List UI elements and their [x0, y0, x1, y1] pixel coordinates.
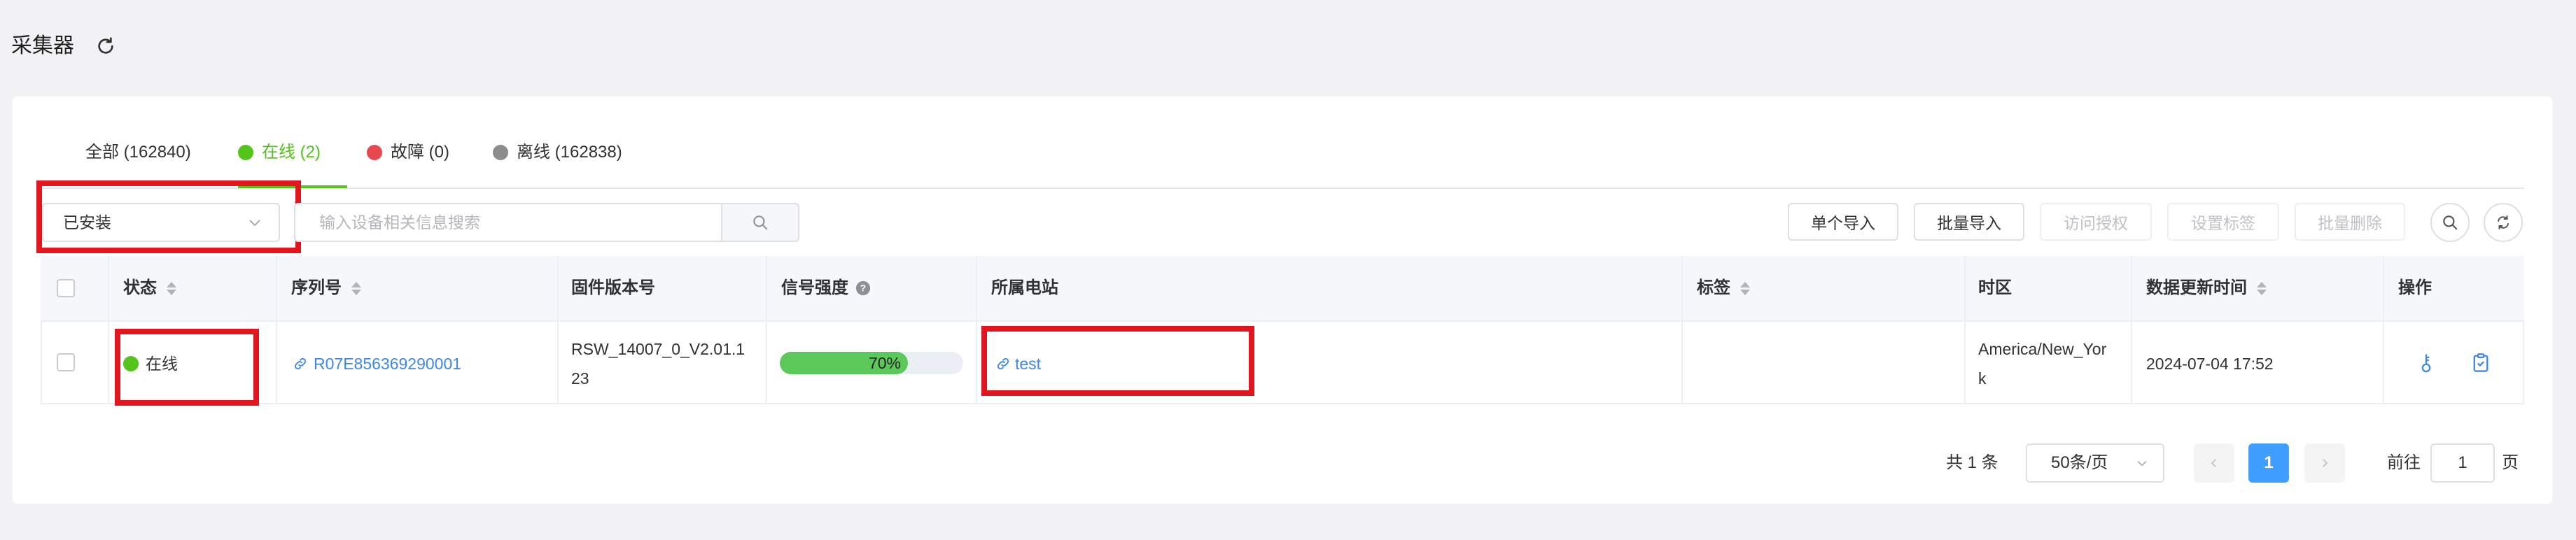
highlight-box-station	[981, 326, 1254, 396]
sort-icon[interactable]	[2257, 281, 2267, 295]
link-icon	[294, 357, 307, 370]
online-dot-icon	[238, 145, 253, 160]
tab-fault[interactable]: 故障 (0)	[367, 138, 449, 166]
page-title: 采集器	[11, 34, 74, 57]
tab-all-label: 全部 (162840)	[85, 143, 191, 162]
column-divider	[1681, 256, 1683, 404]
pagination-total: 共 1 条	[1946, 453, 1998, 472]
sort-icon[interactable]	[1740, 281, 1750, 295]
page-size-value: 50条/页	[2051, 453, 2108, 472]
chevron-down-icon	[2137, 460, 2147, 467]
header-signal-label: 信号强度	[781, 278, 848, 297]
next-page-button[interactable]	[2304, 443, 2345, 483]
header-signal: 信号强度 ?	[781, 277, 871, 299]
tabs-divider	[39, 187, 2524, 189]
svg-text:?: ?	[860, 283, 866, 294]
search-input[interactable]	[294, 203, 722, 242]
sort-icon[interactable]	[167, 281, 176, 295]
header-station: 所属电站	[991, 277, 1058, 299]
header-updated[interactable]: 数据更新时间	[2146, 277, 2267, 299]
signal-progress-label: 70%	[868, 354, 901, 372]
header-tags-label: 标签	[1697, 278, 1730, 297]
column-divider	[2131, 256, 2132, 404]
tab-offline[interactable]: 离线 (162838)	[493, 138, 622, 166]
chevron-left-icon	[2211, 459, 2216, 467]
goto-suffix: 页	[2502, 453, 2519, 472]
tab-all[interactable]: 全部 (162840)	[85, 138, 191, 166]
header-serial[interactable]: 序列号	[291, 277, 361, 299]
row-updated: 2024-07-04 17:52	[2146, 355, 2274, 373]
tab-online[interactable]: 在线 (2)	[238, 138, 321, 166]
goto-page-input[interactable]: 1	[2430, 443, 2495, 483]
column-divider	[976, 256, 977, 404]
column-divider	[2383, 256, 2384, 404]
header-status[interactable]: 状态	[123, 277, 176, 299]
search-icon	[753, 215, 768, 230]
header-actions-label: 操作	[2398, 278, 2432, 297]
access-auth-button[interactable]: 访问授权	[2040, 203, 2152, 241]
row-timezone-line2: k	[1978, 369, 1987, 388]
search-button[interactable]	[721, 203, 799, 242]
tab-fault-label: 故障 (0)	[391, 143, 449, 162]
search-icon	[2443, 215, 2458, 230]
row-checkbox[interactable]	[57, 353, 75, 371]
header-updated-label: 数据更新时间	[2146, 278, 2247, 297]
highlight-box-status	[115, 329, 259, 406]
clipboard-icon[interactable]	[2471, 353, 2491, 374]
column-divider	[108, 256, 109, 404]
key-icon[interactable]	[2416, 353, 2436, 374]
prev-page-button[interactable]	[2194, 443, 2234, 483]
refresh-icon[interactable]	[94, 35, 117, 57]
row-timezone-line1: America/New_Yor	[1978, 340, 2107, 358]
chevron-right-icon	[2323, 459, 2328, 467]
header-station-label: 所属电站	[991, 278, 1058, 297]
row-firmware-line2: 23	[571, 369, 589, 388]
single-import-button[interactable]: 单个导入	[1788, 203, 1898, 241]
column-divider	[557, 256, 559, 404]
header-timezone: 时区	[1978, 277, 2012, 299]
header-tags[interactable]: 标签	[1697, 277, 1750, 299]
row-serial-text: R07E856369290001	[314, 355, 462, 373]
search-toggle-button[interactable]	[2430, 203, 2470, 242]
goto-prefix: 前往	[2387, 453, 2421, 472]
header-firmware: 固件版本号	[571, 277, 655, 299]
sync-icon	[2498, 215, 2509, 229]
row-firmware: RSW_14007_0_V2.01.1 23	[571, 334, 745, 393]
offline-dot-icon	[493, 145, 508, 160]
header-serial-label: 序列号	[291, 278, 342, 297]
refresh-table-button[interactable]	[2484, 203, 2523, 242]
fault-dot-icon	[367, 145, 382, 160]
sort-icon[interactable]	[351, 281, 361, 295]
column-divider	[766, 256, 767, 404]
header-firmware-label: 固件版本号	[571, 278, 655, 297]
row-firmware-line1: RSW_14007_0_V2.01.1	[571, 340, 746, 358]
header-actions: 操作	[2398, 277, 2432, 299]
select-all-checkbox[interactable]	[57, 279, 75, 297]
column-divider	[1964, 256, 1966, 404]
column-divider	[276, 256, 277, 404]
header-status-label: 状态	[123, 278, 157, 297]
tab-online-label: 在线 (2)	[262, 143, 321, 162]
highlight-box-select	[36, 180, 301, 253]
set-tags-button[interactable]: 设置标签	[2167, 203, 2279, 241]
tab-offline-label: 离线 (162838)	[517, 143, 622, 162]
header-timezone-label: 时区	[1978, 278, 2012, 297]
help-icon[interactable]: ?	[855, 280, 871, 296]
batch-import-button[interactable]: 批量导入	[1914, 203, 2024, 241]
row-timezone: America/New_Yor k	[1978, 334, 2106, 393]
batch-delete-button[interactable]: 批量删除	[2295, 203, 2405, 241]
page-button-1[interactable]: 1	[2248, 443, 2289, 483]
row-serial-link[interactable]: R07E856369290001	[293, 349, 461, 378]
